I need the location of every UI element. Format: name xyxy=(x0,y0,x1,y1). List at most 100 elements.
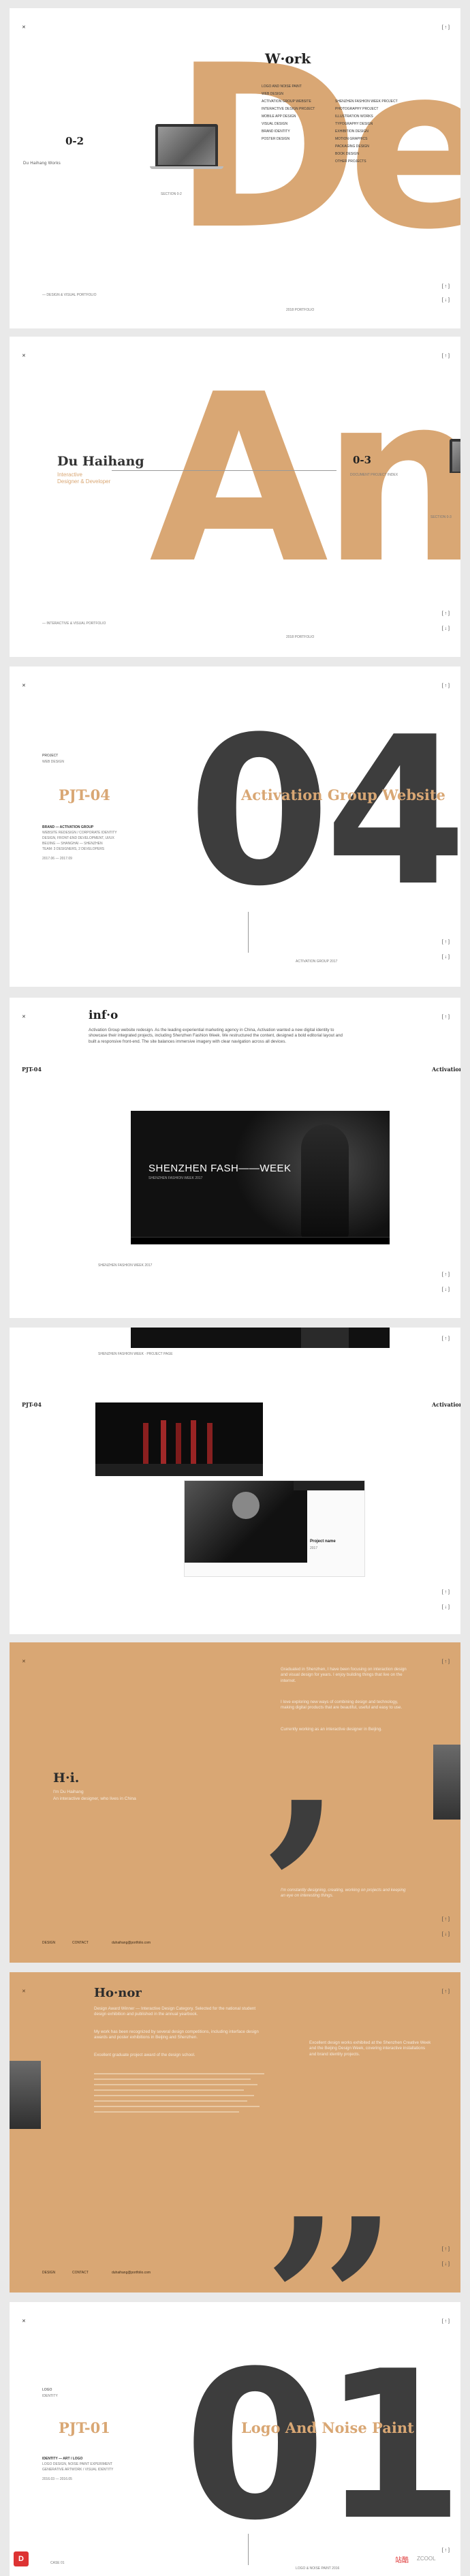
works-item[interactable]: MOBILE APP DESIGN xyxy=(262,113,336,121)
footer-email[interactable]: duhaihang@portfolio.com xyxy=(112,2271,151,2275)
menu-icon[interactable]: ✕ xyxy=(22,683,26,688)
honor-list xyxy=(94,2073,264,2162)
works-item[interactable]: ACTIVATION GROUP WEBSITE xyxy=(262,98,336,106)
works-item[interactable]: VISUAL DESIGN xyxy=(262,121,336,128)
model-image xyxy=(185,1481,307,1563)
watermark-text: ZCOOL xyxy=(417,2556,436,2562)
laptop-caption: SECTION 0-3 xyxy=(430,515,452,519)
works-item[interactable]: LOGO AND NOISE PAINT xyxy=(262,83,336,91)
works-item[interactable]: OTHER PROJECTS xyxy=(335,158,424,166)
works-item[interactable]: BRAND IDENTITY xyxy=(262,128,336,136)
hero-subtitle: SHENZHEN FASHION WEEK 2017 xyxy=(148,1176,203,1180)
caption: SHENZHEN FASHION WEEK · PROJECT PAGE xyxy=(98,1352,173,1356)
nav-arrows[interactable]: [ ↑ ] xyxy=(442,2246,450,2253)
big-project-number: 04 xyxy=(188,693,460,931)
menu-icon[interactable]: ✕ xyxy=(22,1014,26,1019)
footer-label: CASE 01 xyxy=(50,2561,65,2565)
footer-label: — INTERACTIVE & VISUAL PORTFOLIO xyxy=(42,622,106,626)
portrait-image xyxy=(433,1745,460,1820)
nav-down[interactable]: [ ↓ ] xyxy=(442,2261,450,2268)
runway-image xyxy=(95,1402,263,1476)
nav-top[interactable]: [ ↑ ] xyxy=(442,1336,450,1343)
menu-icon[interactable]: ✕ xyxy=(22,1659,26,1664)
works-item[interactable]: SHENZHEN FASHION WEEK PROJECT xyxy=(335,98,424,106)
divider-line xyxy=(248,2534,249,2565)
nav-down[interactable]: [ ↓ ] xyxy=(442,626,450,632)
works-item[interactable]: MOTION GRAPHICS xyxy=(335,136,424,143)
caption: LOGO & NOISE PAINT 2016 xyxy=(296,2566,340,2571)
meta-line: 2017.06 — 2017.09 xyxy=(42,857,72,861)
section-number: 0-3 xyxy=(353,454,372,466)
nav-top[interactable]: [ ↑ ] xyxy=(442,1989,450,1995)
works-item[interactable]: BOOK DESIGN xyxy=(335,151,424,158)
section-subtitle: Du Haihang Works xyxy=(23,162,61,166)
designer-role: Interactive xyxy=(57,472,82,478)
footer-design[interactable]: DESIGN xyxy=(42,1941,55,1945)
laptop-mockup xyxy=(450,439,460,473)
works-item[interactable]: INTERACTIVE DESIGN PROJECT xyxy=(262,106,336,113)
nav-arrows[interactable]: [ ↑ ] xyxy=(442,939,450,946)
project-year: 2017 xyxy=(310,1546,318,1550)
works-item[interactable]: EXHIBITION DESIGN xyxy=(335,128,424,136)
caption: SHENZHEN FASHION WEEK 2017 xyxy=(98,1263,153,1268)
designer-name: Du Haihang xyxy=(57,454,144,469)
honor-heading: Ho·nor xyxy=(94,1986,142,2000)
project-name: Project name xyxy=(310,1539,336,1544)
project-type-2: WEB DESIGN xyxy=(42,760,64,764)
about-quote: I'm constantly designing, creating, work… xyxy=(281,1888,406,1899)
nav-arrows[interactable]: [ ↑ ] xyxy=(442,611,450,617)
caption: ACTIVATION GROUP 2017 xyxy=(296,960,338,964)
nav-down[interactable]: [ ↓ ] xyxy=(442,1931,450,1938)
website-hero-image: SHENZHEN FASH——WEEK SHENZHEN FASHION WEE… xyxy=(131,1111,390,1244)
project-code: PJT-04 xyxy=(59,786,110,803)
project-type-2: IDENTITY xyxy=(42,2394,58,2398)
nav-down[interactable]: [ ↓ ] xyxy=(442,297,450,304)
footer-email[interactable]: duhaihang@portfolio.com xyxy=(112,1941,151,1945)
works-item[interactable]: TYPOGRAPHY DESIGN xyxy=(335,121,424,128)
footer-contact[interactable]: CONTACT xyxy=(72,2271,89,2275)
about-subheading: I'm Du Haihang xyxy=(53,1790,84,1794)
honor-paragraph: Excellent graduate project award of the … xyxy=(94,2053,195,2057)
nav-top[interactable]: [ ↑ ] xyxy=(442,1014,450,1021)
menu-icon[interactable]: ✕ xyxy=(22,25,26,30)
project-type: PROJECT xyxy=(42,754,59,758)
nav-arrows[interactable]: [ ↑ ] xyxy=(442,1589,450,1596)
meta-line: BEIJING — SHANGHAI — SHENZHEN xyxy=(42,842,103,846)
menu-icon[interactable]: ✕ xyxy=(22,353,26,358)
nav-top[interactable]: [ ↑ ] xyxy=(442,2318,450,2325)
slide-project-04-screens: [ ↑ ] SHENZHEN FASHION WEEK · PROJECT PA… xyxy=(10,1328,460,1634)
meta-line: 2016.03 — 2016.05 xyxy=(42,2477,72,2481)
menu-icon[interactable]: ✕ xyxy=(22,2318,26,2324)
portrait-image xyxy=(10,2061,41,2129)
project-page-mockup: Project name 2017 xyxy=(184,1480,365,1577)
works-item[interactable]: ILLUSTRATION WORKS xyxy=(335,113,424,121)
hero-title: SHENZHEN FASH——WEEK xyxy=(148,1163,292,1174)
laptop-mockup xyxy=(155,124,218,166)
works-item[interactable]: PACKAGING DESIGN xyxy=(335,143,424,151)
nav-top[interactable]: [ ↑ ] xyxy=(442,1659,450,1666)
nav-down[interactable]: [ ↓ ] xyxy=(442,1287,450,1293)
project-code: PJT-01 xyxy=(59,2419,110,2436)
works-item[interactable]: PHOTOGRAPHY PROJECT xyxy=(335,106,424,113)
meta-line: IDENTITY — ART / LOGO xyxy=(42,2457,83,2461)
nav-arrows[interactable]: [ ↑ ] xyxy=(442,283,450,290)
honor-side-paragraph: Excellent design works exhibited at the … xyxy=(309,2040,431,2057)
nav-top[interactable]: [ ↑ ] xyxy=(442,683,450,690)
menu-icon[interactable]: ✕ xyxy=(22,1989,26,1994)
big-project-number: 01 xyxy=(184,2327,460,2565)
project-meta: BRAND — ACTIVATION GROUP WEBSITE REDESIG… xyxy=(42,825,185,861)
footer-design[interactable]: DESIGN xyxy=(42,2271,55,2275)
hero-nav-bar[interactable] xyxy=(131,1237,390,1244)
nav-arrows[interactable]: [ ↑ ] xyxy=(442,2547,450,2554)
meta-line: TEAM: 3 DESIGNERS, 2 DEVELOPERS xyxy=(42,847,105,851)
works-item[interactable]: POSTER DESIGN xyxy=(262,136,336,143)
nav-arrows[interactable]: [ ↑ ] xyxy=(442,1272,450,1278)
nav-down[interactable]: [ ↓ ] xyxy=(442,1604,450,1611)
nav-down[interactable]: [ ↓ ] xyxy=(442,954,450,961)
meta-line: DESIGN, FRONT-END DEVELOPMENT, UI/UX xyxy=(42,836,114,840)
works-item[interactable]: WEB DESIGN xyxy=(262,91,336,98)
honor-paragraph: My work has been recognized by several d… xyxy=(94,2029,259,2040)
nav-arrows[interactable]: [ ↑ ] xyxy=(442,1916,450,1923)
meta-line: LOGO DESIGN, NOISE PAINT EXPERIMENT xyxy=(42,2462,112,2466)
footer-contact[interactable]: CONTACT xyxy=(72,1941,89,1945)
